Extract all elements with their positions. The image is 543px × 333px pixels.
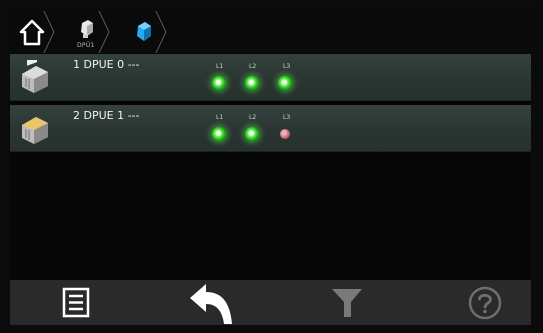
- led-l3-indicator: [278, 76, 292, 90]
- dpue-module-icon: [22, 60, 48, 93]
- back-button[interactable]: [182, 280, 242, 325]
- led-l3-indicator: [280, 129, 290, 139]
- breadcrumb-home[interactable]: [10, 11, 55, 53]
- breadcrumb-selected[interactable]: [110, 11, 170, 53]
- led-l1-indicator: [212, 76, 226, 90]
- led-label-l3: L3: [283, 114, 291, 121]
- device-name: 1 DPUE 0 ---: [73, 58, 140, 71]
- led-label-l2: L2: [249, 63, 257, 70]
- bottom-toolbar: [10, 280, 531, 325]
- app-frame: DPÜ1 1 DPUE 0 --- L1 L2 L3 2 DPUE 1 --- …: [10, 11, 531, 325]
- device-name: 2 DPUE 1 ---: [73, 109, 140, 122]
- list-item[interactable]: 1 DPUE 0 --- L1 L2 L3: [10, 54, 531, 101]
- led-label-l1: L1: [216, 114, 224, 121]
- menu-list-icon: [62, 287, 90, 318]
- filter-icon: [332, 289, 362, 317]
- led-l2-indicator: [245, 76, 259, 90]
- menu-button[interactable]: [50, 280, 110, 325]
- led-l1-indicator: [212, 127, 226, 141]
- dpue-module-warning-icon: [22, 117, 48, 144]
- dpu-device-selected-icon: [137, 22, 151, 41]
- led-label-l1: L1: [216, 63, 224, 70]
- help-button[interactable]: [456, 280, 516, 325]
- led-label-l2: L2: [249, 114, 257, 121]
- home-icon: [19, 19, 45, 46]
- led-l2-indicator: [245, 127, 259, 141]
- list-item[interactable]: 2 DPUE 1 --- L1 L2 L3: [10, 105, 531, 152]
- led-label-l3: L3: [283, 63, 291, 70]
- breadcrumb-dpu-label: DPÜ1: [77, 42, 95, 49]
- breadcrumb: DPÜ1: [10, 11, 531, 53]
- help-icon: [468, 286, 502, 320]
- dpu-device-icon: [81, 20, 93, 38]
- breadcrumb-dpu[interactable]: DPÜ1: [55, 11, 110, 53]
- filter-button[interactable]: [318, 280, 378, 325]
- back-arrow-icon: [190, 284, 232, 324]
